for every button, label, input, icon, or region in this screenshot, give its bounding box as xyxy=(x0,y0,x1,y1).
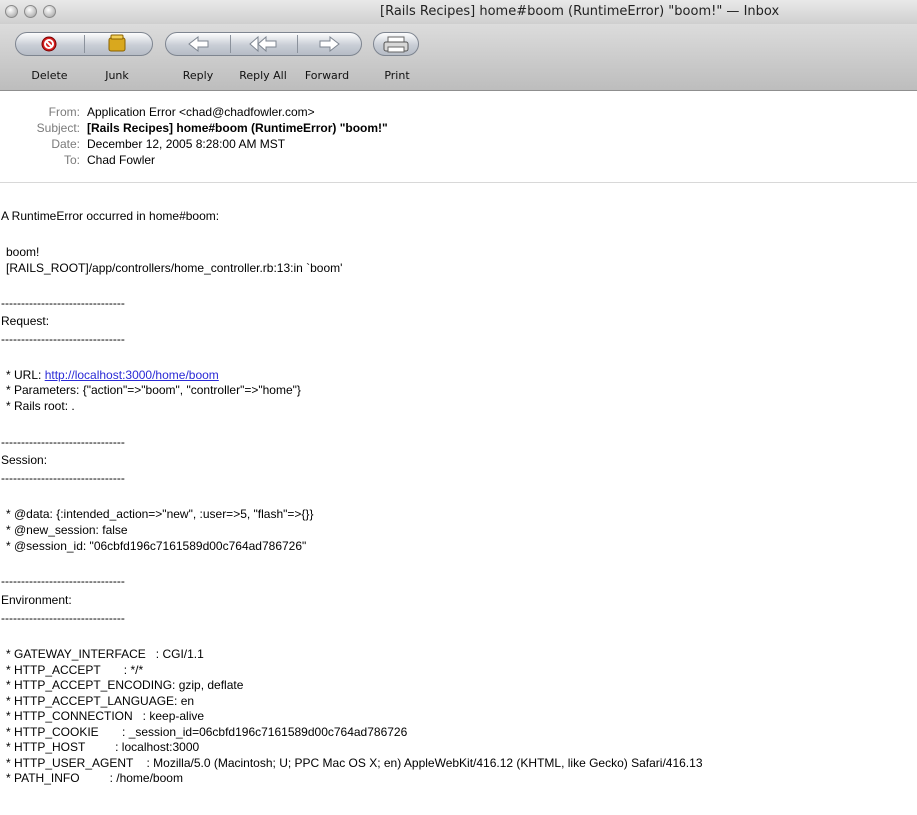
error-message: boom! xyxy=(6,245,40,259)
print-button[interactable] xyxy=(373,32,419,56)
divider: ------------------------------- xyxy=(1,471,125,485)
url-line: * URL: http://localhost:3000/home/boom xyxy=(6,368,219,382)
delete-button[interactable] xyxy=(15,32,84,56)
to-key: To: xyxy=(63,153,80,167)
environment-item: * HTTP_HOST : localhost:3000 xyxy=(6,740,200,754)
toolbar: Delete Junk Reply Reply All Forward Prin… xyxy=(0,24,917,91)
session-id-line: * @session_id: "06cbfd196c7161589d00c764… xyxy=(6,539,307,553)
divider: ------------------------------- xyxy=(1,611,125,625)
date-value: December 12, 2005 8:28:00 AM MST xyxy=(87,137,286,151)
environment-item: * HTTP_ACCEPT_ENCODING: gzip, deflate xyxy=(6,678,244,692)
request-heading: Request: xyxy=(1,314,50,328)
to-row: To: Chad Fowler xyxy=(0,152,917,168)
parameters-line: * Parameters: {"action"=>"boom", "contro… xyxy=(6,383,301,397)
print-label[interactable]: Print xyxy=(376,69,418,82)
close-window-button[interactable] xyxy=(5,5,18,18)
delete-label[interactable]: Delete xyxy=(22,69,77,82)
reply-all-button[interactable] xyxy=(230,32,297,56)
date-key: Date: xyxy=(51,137,80,151)
session-data-line: * @data: {:intended_action=>"new", :user… xyxy=(6,507,314,521)
printer-icon xyxy=(383,36,409,53)
environment-item: * GATEWAY_INTERFACE : CGI/1.1 xyxy=(6,647,204,661)
from-row: From: Application Error <chad@chadfowler… xyxy=(0,104,917,120)
title-bar: [Rails Recipes] home#boom (RuntimeError)… xyxy=(0,0,917,24)
reply-button[interactable] xyxy=(165,32,230,56)
forward-label[interactable]: Forward xyxy=(296,69,358,82)
environment-item: * HTTP_USER_AGENT : Mozilla/5.0 (Macinto… xyxy=(6,755,703,770)
session-new-line: * @new_session: false xyxy=(6,523,128,537)
divider: ------------------------------- xyxy=(1,574,125,588)
rails-root-line: * Rails root: . xyxy=(6,399,75,413)
from-value[interactable]: Application Error <chad@chadfowler.com> xyxy=(87,104,315,120)
url-link[interactable]: http://localhost:3000/home/boom xyxy=(45,368,219,382)
window-title: [Rails Recipes] home#boom (RuntimeError)… xyxy=(380,4,780,19)
url-label: * URL: xyxy=(6,368,45,382)
environment-item: * PATH_INFO : /home/boom xyxy=(6,771,183,785)
reply-all-label[interactable]: Reply All xyxy=(230,69,296,82)
forward-button[interactable] xyxy=(297,32,362,56)
subject-value: [Rails Recipes] home#boom (RuntimeError)… xyxy=(87,121,388,135)
to-value[interactable]: Chad Fowler xyxy=(87,152,155,168)
environment-item: * HTTP_CONNECTION : keep-alive xyxy=(6,709,205,723)
divider: ------------------------------- xyxy=(1,435,125,449)
junk-label[interactable]: Junk xyxy=(92,69,142,82)
junk-button[interactable] xyxy=(84,32,153,56)
reply-all-arrow-icon xyxy=(249,35,277,53)
environment-heading: Environment: xyxy=(1,593,72,607)
environment-item: * HTTP_ACCEPT_LANGUAGE: en xyxy=(6,693,195,708)
backtrace-line: [RAILS_ROOT]/app/controllers/home_contro… xyxy=(6,261,343,275)
session-heading: Session: xyxy=(1,453,48,467)
zoom-window-button[interactable] xyxy=(43,5,56,18)
from-key: From: xyxy=(48,105,80,119)
divider: ------------------------------- xyxy=(1,332,125,346)
subject-key: Subject: xyxy=(36,121,80,135)
intro-line: A RuntimeError occurred in home#boom: xyxy=(1,209,220,223)
minimize-window-button[interactable] xyxy=(24,5,37,18)
date-row: Date: December 12, 2005 8:28:00 AM MST xyxy=(0,136,917,152)
environment-item: * HTTP_ACCEPT : */* xyxy=(6,662,144,677)
environment-item: * HTTP_COOKIE : _session_id=06cbfd196c71… xyxy=(6,724,408,739)
junk-icon xyxy=(108,34,126,52)
reply-label[interactable]: Reply xyxy=(174,69,222,82)
divider: ------------------------------- xyxy=(1,296,125,310)
subject-row: Subject: [Rails Recipes] home#boom (Runt… xyxy=(0,120,917,136)
delete-icon xyxy=(41,36,57,52)
header-separator xyxy=(0,182,917,183)
reply-arrow-icon xyxy=(188,35,209,53)
forward-arrow-icon xyxy=(319,35,340,53)
